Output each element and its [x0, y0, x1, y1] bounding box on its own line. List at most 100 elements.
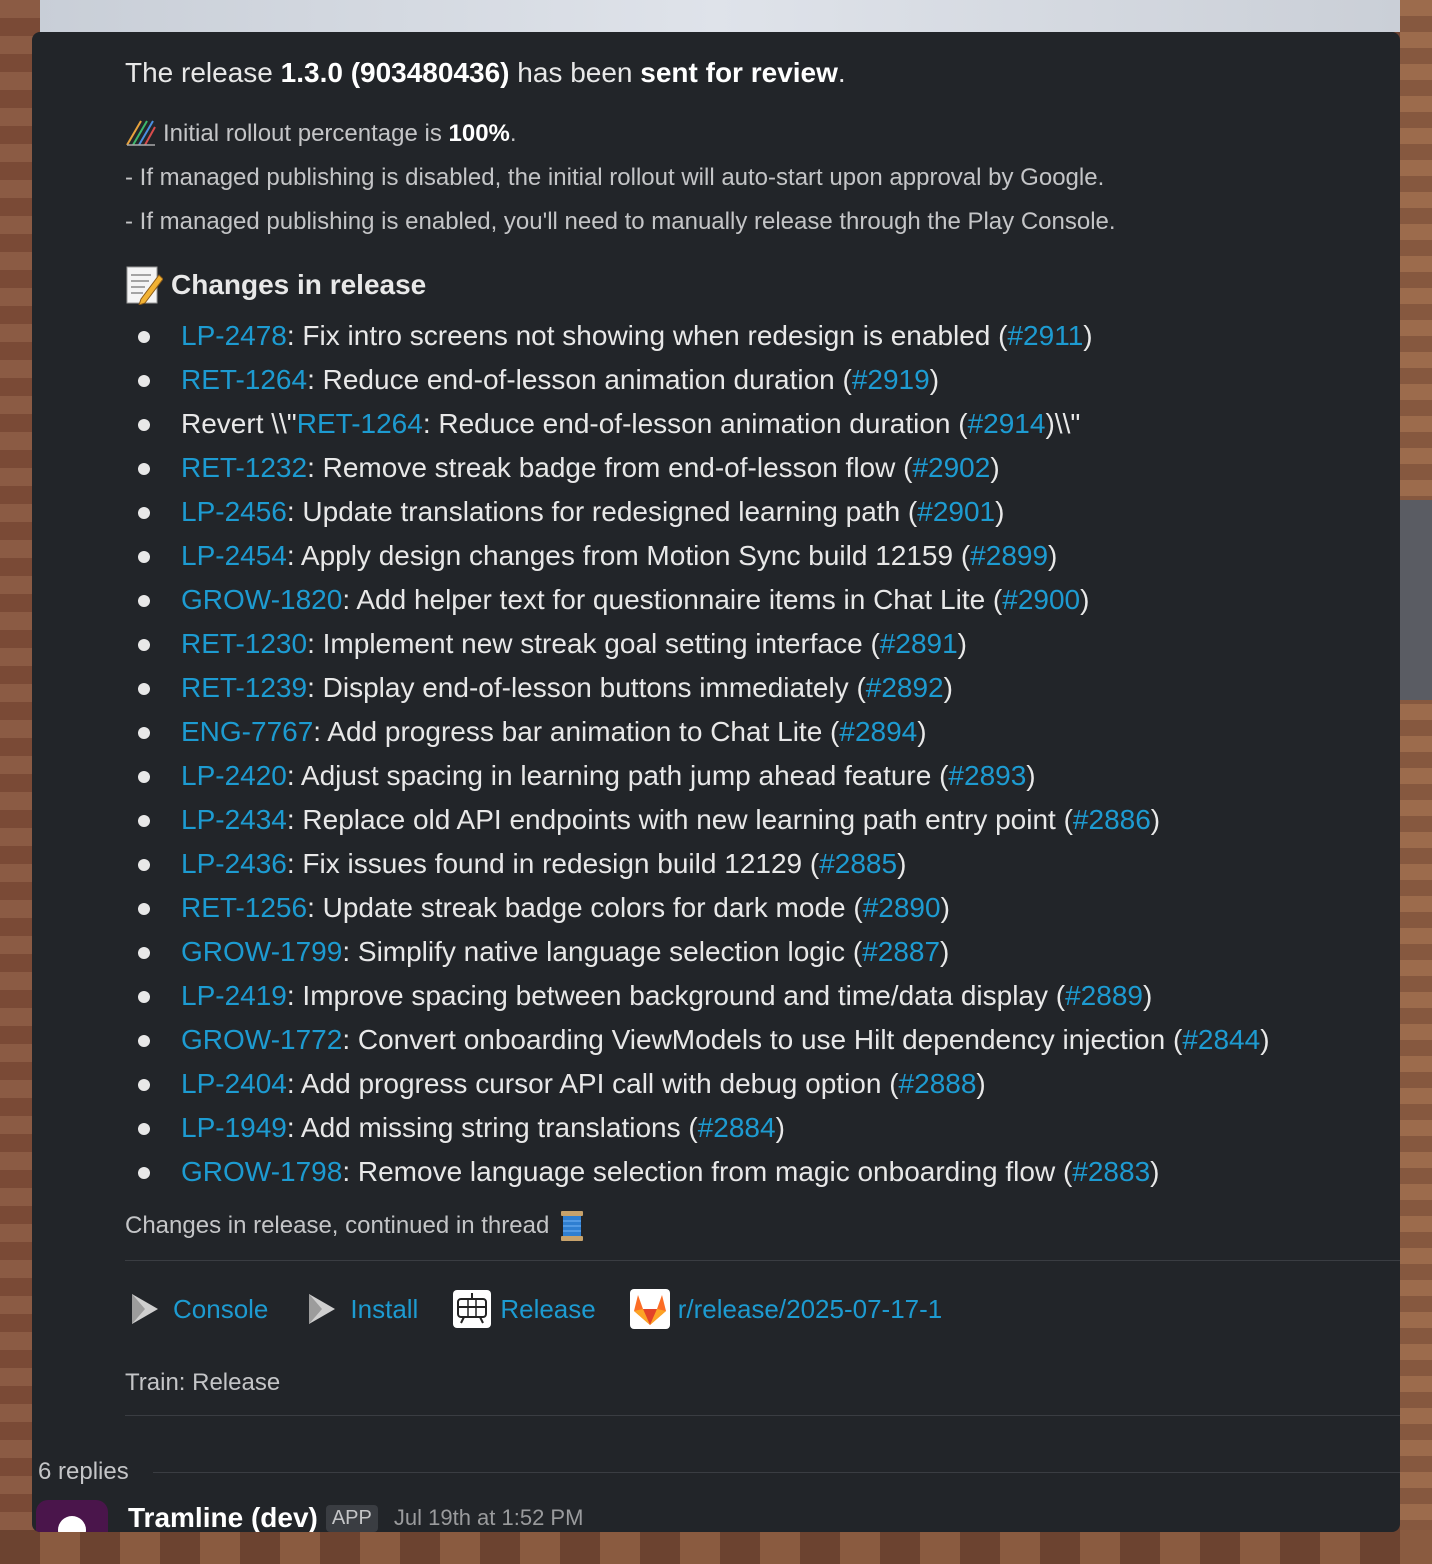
- change-item: LP-2404: Add progress cursor API call wi…: [125, 1062, 1400, 1106]
- bullet: [138, 507, 150, 519]
- ticket-link[interactable]: LP-2434: [181, 804, 287, 835]
- pr-link[interactable]: #2902: [912, 452, 990, 483]
- ticket-link[interactable]: LP-2436: [181, 848, 287, 879]
- headline-prefix: The release: [125, 57, 281, 88]
- pr-link[interactable]: #2919: [852, 364, 930, 395]
- bullet: [138, 903, 150, 915]
- ticket-link[interactable]: GROW-1820: [181, 584, 342, 615]
- bullet: [138, 859, 150, 871]
- ticket-link[interactable]: RET-1264: [297, 408, 423, 439]
- change-suffix: ): [1142, 980, 1153, 1011]
- replies-count[interactable]: 6 replies: [38, 1458, 129, 1486]
- ticket-link[interactable]: LP-2478: [181, 320, 287, 351]
- pr-link[interactable]: #2889: [1065, 980, 1143, 1011]
- change-description: : Display end-of-lesson buttons immediat…: [307, 672, 866, 703]
- change-item: LP-2434: Replace old API endpoints with …: [125, 798, 1400, 842]
- ticket-link[interactable]: RET-1230: [181, 628, 307, 659]
- branch-link[interactable]: r/release/2025-07-17-1: [629, 1289, 943, 1329]
- release-link[interactable]: Release: [452, 1289, 596, 1329]
- pr-link[interactable]: #2891: [880, 628, 958, 659]
- ticket-link[interactable]: RET-1239: [181, 672, 307, 703]
- sender-name[interactable]: Tramline (dev): [128, 1502, 318, 1532]
- change-description: : Replace old API endpoints with new lea…: [286, 804, 1073, 835]
- pr-link[interactable]: #2884: [698, 1112, 776, 1143]
- continued-text: Changes in release, continued in thread: [125, 1212, 550, 1239]
- ticket-link[interactable]: LP-1949: [181, 1112, 287, 1143]
- pr-link[interactable]: #2893: [948, 760, 1026, 791]
- ticket-link[interactable]: RET-1264: [181, 364, 307, 395]
- ticket-link[interactable]: LP-2404: [181, 1068, 287, 1099]
- avatar[interactable]: [36, 1500, 108, 1532]
- bullet: [138, 683, 150, 695]
- change-description: : Update streak badge colors for dark mo…: [307, 892, 863, 923]
- pr-link[interactable]: #2901: [917, 496, 995, 527]
- pr-link[interactable]: #2883: [1072, 1156, 1150, 1187]
- pr-link[interactable]: #2890: [863, 892, 941, 923]
- change-item: LP-2478: Fix intro screens not showing w…: [125, 314, 1400, 358]
- install-label[interactable]: Install: [350, 1294, 418, 1325]
- change-suffix: ): [897, 848, 907, 879]
- install-link[interactable]: Install: [302, 1289, 418, 1329]
- bullet: [138, 1167, 150, 1179]
- ticket-link[interactable]: LP-2420: [181, 760, 287, 791]
- ticket-link[interactable]: GROW-1798: [181, 1156, 342, 1187]
- change-suffix: ): [775, 1112, 785, 1143]
- changes-title: Changes in release: [171, 269, 427, 300]
- pr-link[interactable]: #2911: [1007, 320, 1083, 351]
- ticket-link[interactable]: GROW-1799: [181, 936, 342, 967]
- message-timestamp[interactable]: Jul 19th at 1:52 PM: [394, 1505, 584, 1531]
- release-label[interactable]: Release: [500, 1294, 595, 1325]
- change-item: LP-2456: Update translations for redesig…: [125, 490, 1400, 534]
- replies-row[interactable]: 6 replies: [38, 1452, 1400, 1492]
- pr-link[interactable]: #2844: [1182, 1024, 1260, 1055]
- ticket-link[interactable]: LP-2456: [181, 496, 287, 527]
- change-item: RET-1239: Display end-of-lesson buttons …: [125, 666, 1400, 710]
- changes-list: LP-2478: Fix intro screens not showing w…: [125, 314, 1400, 1194]
- change-item: RET-1232: Remove streak badge from end-o…: [125, 446, 1400, 490]
- pr-link[interactable]: #2899: [970, 540, 1048, 571]
- pr-link[interactable]: #2886: [1073, 804, 1151, 835]
- headline-suffix: .: [837, 57, 846, 88]
- pr-link[interactable]: #2888: [899, 1068, 977, 1099]
- change-description: : Add missing string translations (: [286, 1112, 698, 1143]
- change-description: : Fix issues found in redesign build 121…: [286, 848, 820, 879]
- change-suffix: ): [990, 452, 1000, 483]
- bullet: [138, 1079, 150, 1091]
- continued-note: Changes in release, continued in thread: [125, 1204, 1400, 1248]
- change-item: LP-2420: Adjust spacing in learning path…: [125, 754, 1400, 798]
- divider: [125, 1415, 1400, 1416]
- ticket-link[interactable]: RET-1256: [181, 892, 307, 923]
- pr-link[interactable]: #2914: [968, 408, 1046, 439]
- change-prefix: Revert \\": [181, 408, 297, 439]
- pr-link[interactable]: #2894: [839, 716, 917, 747]
- headline-middle: has been: [509, 57, 641, 88]
- pr-link[interactable]: #2885: [819, 848, 897, 879]
- pr-link[interactable]: #2887: [862, 936, 940, 967]
- pr-link[interactable]: #2892: [866, 672, 944, 703]
- bullet: [138, 375, 150, 387]
- change-suffix: ): [917, 716, 927, 747]
- branch-label[interactable]: r/release/2025-07-17-1: [678, 1294, 943, 1325]
- ticket-link[interactable]: LP-2419: [181, 980, 287, 1011]
- change-description: : Add progress cursor API call with debu…: [286, 1068, 899, 1099]
- change-suffix: ): [1083, 320, 1093, 351]
- message-body: The release 1.3.0 (903480436) has been s…: [125, 52, 1400, 1416]
- app-badge: APP: [325, 1504, 378, 1532]
- change-item: RET-1256: Update streak badge colors for…: [125, 886, 1400, 930]
- change-item: ENG-7767: Add progress bar animation to …: [125, 710, 1400, 754]
- change-description: : Adjust spacing in learning path jump a…: [286, 760, 949, 791]
- console-link[interactable]: Console: [125, 1289, 268, 1329]
- change-description: : Convert onboarding ViewModels to use H…: [342, 1024, 1183, 1055]
- ticket-link[interactable]: GROW-1772: [181, 1024, 342, 1055]
- change-description: : Remove streak badge from end-of-lesson…: [307, 452, 913, 483]
- change-suffix: ): [940, 936, 950, 967]
- ticket-link[interactable]: LP-2454: [181, 540, 287, 571]
- console-label[interactable]: Console: [173, 1294, 268, 1325]
- ticket-link[interactable]: ENG-7767: [181, 716, 313, 747]
- change-suffix: ): [1048, 540, 1058, 571]
- bullet: [138, 331, 150, 343]
- change-item: LP-2436: Fix issues found in redesign bu…: [125, 842, 1400, 886]
- ticket-link[interactable]: RET-1232: [181, 452, 307, 483]
- pr-link[interactable]: #2900: [1002, 584, 1080, 615]
- change-suffix: ): [1260, 1024, 1270, 1055]
